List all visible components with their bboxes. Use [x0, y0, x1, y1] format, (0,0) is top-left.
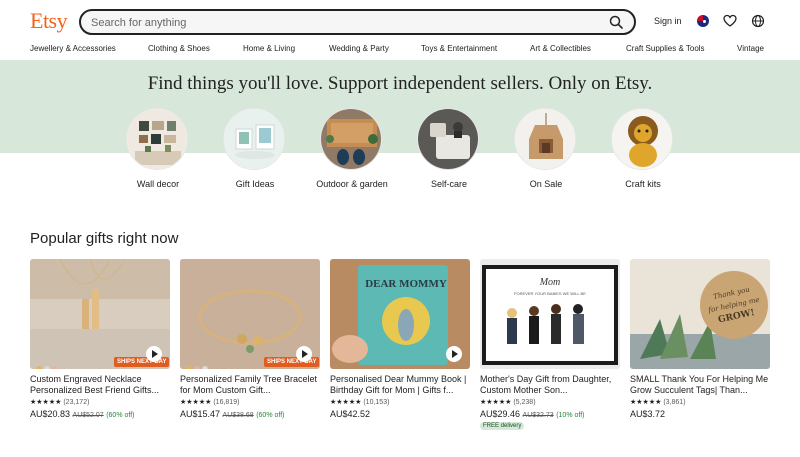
nav-art[interactable]: Art & Collectibles: [530, 44, 591, 53]
original-price: AU$32.73: [522, 412, 554, 419]
product-price: AU$42.52: [330, 409, 370, 419]
category-on-sale[interactable]: On Sale: [514, 108, 578, 189]
review-count: (23,172): [63, 399, 90, 406]
heart-icon[interactable]: [723, 14, 737, 28]
category-self-care[interactable]: Self-care: [417, 108, 481, 189]
current-price: AU$42.52: [330, 409, 371, 419]
book-title-text: DEAR MOMMY: [365, 278, 447, 290]
header: Etsy Sign in: [0, 0, 800, 42]
current-price: AU$3.72: [630, 409, 666, 419]
original-price: AU$52.07: [72, 412, 104, 419]
category-outdoor-garden[interactable]: Outdoor & garden: [316, 108, 388, 189]
product-image[interactable]: Thank you for helping me GROW!: [630, 259, 770, 369]
stars-icon: ★★★★★: [330, 399, 362, 406]
product-rating: ★★★★★ (3,861): [630, 398, 686, 406]
sign-in-link[interactable]: Sign in: [654, 16, 682, 26]
discount: (60% off): [106, 412, 135, 419]
nav-craft[interactable]: Craft Supplies & Tools: [626, 44, 705, 53]
product-title[interactable]: SMALL Thank You For Helping Me Grow Succ…: [630, 374, 770, 396]
search-input[interactable]: [91, 15, 591, 30]
product-price: AU$20.83 AU$52.07 (60% off): [30, 409, 134, 419]
section-title: Popular gifts right now: [30, 230, 179, 247]
color-swatches[interactable]: [186, 359, 210, 369]
product-rating: ★★★★★ (23,172): [30, 398, 89, 406]
category-nav: Jewellery & Accessories Clothing & Shoes…: [0, 42, 800, 60]
product-price: AU$3.72: [630, 409, 665, 419]
nav-home[interactable]: Home & Living: [243, 44, 295, 53]
current-price: AU$15.47: [180, 409, 221, 419]
play-icon[interactable]: [146, 346, 162, 362]
category-label: Outdoor & garden: [316, 179, 388, 189]
product-title[interactable]: Personalised Dear Mummy Book | Birthday …: [330, 374, 470, 396]
nav-toys[interactable]: Toys & Entertainment: [421, 44, 497, 53]
product-price: AU$15.47 AU$38.68 (60% off): [180, 409, 284, 419]
globe-icon[interactable]: [751, 14, 765, 28]
nav-clothing[interactable]: Clothing & Shoes: [148, 44, 210, 53]
craft-kits-image: [611, 108, 673, 170]
discount: (10% off): [556, 412, 585, 419]
product-title[interactable]: Personalized Family Tree Bracelet for Mo…: [180, 374, 320, 396]
category-label: Craft kits: [625, 179, 661, 189]
search-icon[interactable]: [608, 14, 624, 30]
outdoor-garden-image: [320, 108, 382, 170]
nav-wedding[interactable]: Wedding & Party: [329, 44, 389, 53]
category-wall-decor[interactable]: Wall decor: [126, 108, 190, 189]
product-rating: ★★★★★ (10,153): [330, 398, 389, 406]
category-label: On Sale: [529, 179, 563, 189]
play-icon[interactable]: [296, 346, 312, 362]
australia-flag-icon[interactable]: [697, 15, 709, 27]
nav-vintage[interactable]: Vintage: [737, 44, 764, 53]
category-label: Wall decor: [136, 179, 180, 189]
ships-next-day-badge: SHIPS NEXT DAY: [114, 357, 170, 367]
etsy-logo[interactable]: Etsy: [30, 8, 68, 34]
search-bar[interactable]: [79, 9, 636, 35]
self-care-image: [417, 108, 479, 170]
category-craft-kits[interactable]: Craft kits: [611, 108, 675, 189]
product-title[interactable]: Custom Engraved Necklace Personalized Be…: [30, 374, 170, 396]
product-image[interactable]: SHIPS NEXT DAY: [30, 259, 170, 369]
review-count: (3,861): [663, 399, 686, 406]
original-price: AU$38.68: [222, 412, 254, 419]
play-icon[interactable]: [446, 346, 462, 362]
review-count: (10,153): [363, 399, 390, 406]
gift-ideas-image: [223, 108, 285, 170]
current-price: AU$29.46: [480, 409, 521, 419]
on-sale-image: [514, 108, 576, 170]
product-rating: ★★★★★ (5,238): [480, 398, 536, 406]
nav-jewellery[interactable]: Jewellery & Accessories: [30, 44, 116, 53]
stars-icon: ★★★★★: [480, 399, 512, 406]
category-label: Self-care: [430, 179, 467, 189]
product-price: AU$29.46 AU$32.73 (10% off): [480, 409, 584, 419]
current-price: AU$20.83: [30, 409, 71, 419]
free-delivery-badge: FREE delivery: [480, 422, 525, 430]
hero-title: Find things you'll love. Support indepen…: [147, 73, 653, 94]
review-count: (5,238): [513, 399, 536, 406]
poster-subtitle-text: FOREVER YOUR BABIES WE WILL BE: [514, 291, 586, 296]
poster-title-text: Mom: [539, 277, 561, 288]
stars-icon: ★★★★★: [30, 399, 62, 406]
stars-icon: ★★★★★: [180, 399, 212, 406]
discount: (60% off): [256, 412, 285, 419]
wall-decor-image: [126, 108, 188, 170]
stars-icon: ★★★★★: [630, 399, 662, 406]
color-swatches[interactable]: [36, 359, 60, 369]
category-label: Gift Ideas: [235, 179, 275, 189]
product-image[interactable]: SHIPS NEXT DAY: [180, 259, 320, 369]
review-count: (16,819): [213, 399, 240, 406]
product-image[interactable]: Mom FOREVER YOUR BABIES WE WILL BE: [480, 259, 620, 369]
product-image[interactable]: DEAR MOMMY: [330, 259, 470, 369]
product-rating: ★★★★★ (16,819): [180, 398, 239, 406]
ships-next-day-badge: SHIPS NEXT DAY: [264, 357, 320, 367]
category-gift-ideas[interactable]: Gift Ideas: [223, 108, 287, 189]
product-title[interactable]: Mother's Day Gift from Daughter, Custom …: [480, 374, 620, 396]
